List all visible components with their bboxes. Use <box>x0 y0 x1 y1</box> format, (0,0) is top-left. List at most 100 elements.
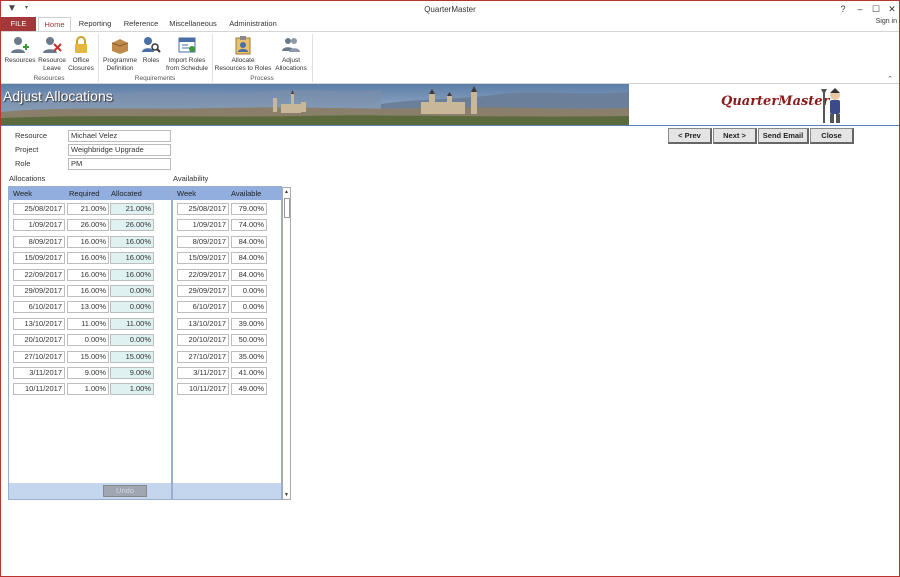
vertical-scrollbar[interactable]: ▲ ▼ <box>282 187 291 500</box>
scroll-down-icon[interactable]: ▼ <box>283 491 290 499</box>
scroll-thumb[interactable] <box>284 198 290 218</box>
minimize-button[interactable]: ‒ <box>853 4 867 14</box>
scroll-up-icon[interactable]: ▲ <box>283 188 290 196</box>
allocation-required-cell: 13.00% <box>67 301 109 314</box>
required-column-header: Required <box>69 189 100 198</box>
allocation-allocated-input[interactable]: 21.00% <box>110 203 154 215</box>
allocate-resources-button[interactable]: Allocate Resources to Roles <box>214 35 272 73</box>
resource-field[interactable]: Michael Velez <box>68 130 171 142</box>
allocations-header: Week Required Allocated <box>9 187 171 200</box>
send-email-button[interactable]: Send Email <box>758 128 809 144</box>
allocation-allocated-input[interactable]: 9.00% <box>110 367 154 379</box>
allocation-week-cell: 1/09/2017 <box>13 219 65 232</box>
collapse-ribbon-icon[interactable]: ⌃ <box>887 75 893 83</box>
availability-week-cell: 8/09/2017 <box>177 235 229 248</box>
allocation-week-cell: 15/09/2017 <box>13 252 65 265</box>
group-requirements-label: Requirements <box>134 75 176 82</box>
title-bar: ▼ ▾ QuarterMaster ? ‒ ☐ ✕ <box>1 1 899 17</box>
availability-value-cell: 0.00% <box>231 285 267 297</box>
allocation-required-cell: 9.00% <box>67 367 109 379</box>
tab-file[interactable]: FILE <box>1 17 36 31</box>
lock-icon <box>75 36 87 53</box>
availability-week-cell: 15/09/2017 <box>177 252 229 265</box>
next-button[interactable]: Next > <box>713 128 757 144</box>
adjust-label-1: Adjust <box>281 57 301 64</box>
group-resources-label: Resources <box>33 75 65 82</box>
allocation-week-cell: 10/11/2017 <box>13 383 65 396</box>
mascot-icon <box>821 88 840 123</box>
allocation-week-cell: 20/10/2017 <box>13 334 65 347</box>
adjust-users-icon <box>282 38 300 52</box>
allocation-allocated-input[interactable]: 0.00% <box>110 285 154 297</box>
allocation-required-cell: 26.00% <box>67 219 109 232</box>
availability-week-cell: 1/09/2017 <box>177 219 229 232</box>
role-field[interactable]: PM <box>68 158 171 170</box>
allocation-week-cell: 3/11/2017 <box>13 367 65 379</box>
availability-week-cell: 13/10/2017 <box>177 317 229 330</box>
availability-value-cell: 84.00% <box>231 235 267 248</box>
allocation-allocated-input[interactable]: 16.00% <box>110 268 154 281</box>
availability-value-cell: 49.00% <box>231 383 267 396</box>
castle-landscape-image: Adjust Allocations <box>1 84 629 125</box>
undo-button[interactable]: Undo <box>103 485 147 497</box>
availability-value-cell: 39.00% <box>231 317 267 330</box>
allocation-allocated-input[interactable]: 15.00% <box>110 350 154 363</box>
tab-administration[interactable]: Administration <box>226 17 280 31</box>
resource-leave-button[interactable]: Resource Leave <box>37 35 67 73</box>
import-roles-label-2: from Schedule <box>166 65 208 72</box>
roles-button[interactable]: Roles <box>140 35 162 65</box>
week-column-header: Week <box>13 189 33 198</box>
availability-title: Availability <box>173 174 209 183</box>
programme-definition-button[interactable]: Programme Definition <box>100 35 140 73</box>
prev-button[interactable]: < Prev <box>668 128 712 144</box>
tab-reporting[interactable]: Reporting <box>77 17 113 31</box>
allocation-week-cell: 29/09/2017 <box>13 285 65 297</box>
maximize-button[interactable]: ☐ <box>869 4 883 15</box>
group-process-label: Process <box>250 75 274 82</box>
allocation-required-cell: 15.00% <box>67 350 109 363</box>
allocation-week-cell: 8/09/2017 <box>13 235 65 248</box>
availability-week-cell: 27/10/2017 <box>177 350 229 363</box>
resources-button[interactable]: Resources <box>4 35 36 65</box>
project-field[interactable]: Weighbridge Upgrade <box>68 144 171 156</box>
availability-value-cell: 84.00% <box>231 252 267 265</box>
close-window-button[interactable]: ✕ <box>885 4 899 15</box>
allocation-allocated-input[interactable]: 0.00% <box>110 334 154 347</box>
window-title: QuarterMaster <box>424 5 476 14</box>
allocation-allocated-input[interactable]: 16.00% <box>110 235 154 248</box>
project-label: Project <box>15 145 39 154</box>
allocation-required-cell: 16.00% <box>67 285 109 297</box>
allocation-allocated-input[interactable]: 26.00% <box>110 219 154 232</box>
allocation-allocated-input[interactable]: 1.00% <box>110 383 154 396</box>
roles-label: Roles <box>142 57 160 64</box>
allocate-label-1: Allocate <box>231 57 255 64</box>
resource-leave-label-1: Resource <box>38 57 66 64</box>
availability-week-cell: 25/08/2017 <box>177 203 229 215</box>
allocate-clipboard-icon <box>235 36 251 55</box>
allocation-allocated-input[interactable]: 0.00% <box>110 301 154 314</box>
allocation-allocated-input[interactable]: 16.00% <box>110 252 154 265</box>
allocations-subform: Week Required Allocated 25/08/2017 21.00%… <box>8 186 172 500</box>
tab-home[interactable]: Home <box>38 17 71 31</box>
availability-week-cell: 29/09/2017 <box>177 285 229 297</box>
sign-in-link[interactable]: Sign in <box>876 18 897 25</box>
form-banner: Adjust Allocations QuarterMaster <box>1 84 899 126</box>
allocate-label-2: Resources to Roles <box>214 65 272 72</box>
app-window: ▼ ▾ QuarterMaster ? ‒ ☐ ✕ FILE Home Repo… <box>0 0 900 577</box>
office-closures-button[interactable]: Office Closures <box>67 35 95 73</box>
allocation-allocated-input[interactable]: 11.00% <box>110 317 154 330</box>
logo-text: QuarterMaster <box>721 94 830 109</box>
adjust-allocations-button[interactable]: Adjust Allocations <box>272 35 310 73</box>
allocation-week-cell: 27/10/2017 <box>13 350 65 363</box>
close-button[interactable]: Close <box>810 128 854 144</box>
allocation-required-cell: 21.00% <box>67 203 109 215</box>
help-button[interactable]: ? <box>836 4 850 14</box>
allocation-required-cell: 1.00% <box>67 383 109 396</box>
office-closures-label-2: Closures <box>68 65 94 72</box>
role-label: Role <box>15 159 31 168</box>
import-roles-button[interactable]: Import Roles from Schedule <box>163 35 211 73</box>
tab-reference[interactable]: Reference <box>121 17 161 31</box>
week-column-header: Week <box>177 189 197 198</box>
allocations-footer: Undo <box>9 483 171 499</box>
tab-miscellaneous[interactable]: Miscellaneous <box>167 17 219 31</box>
